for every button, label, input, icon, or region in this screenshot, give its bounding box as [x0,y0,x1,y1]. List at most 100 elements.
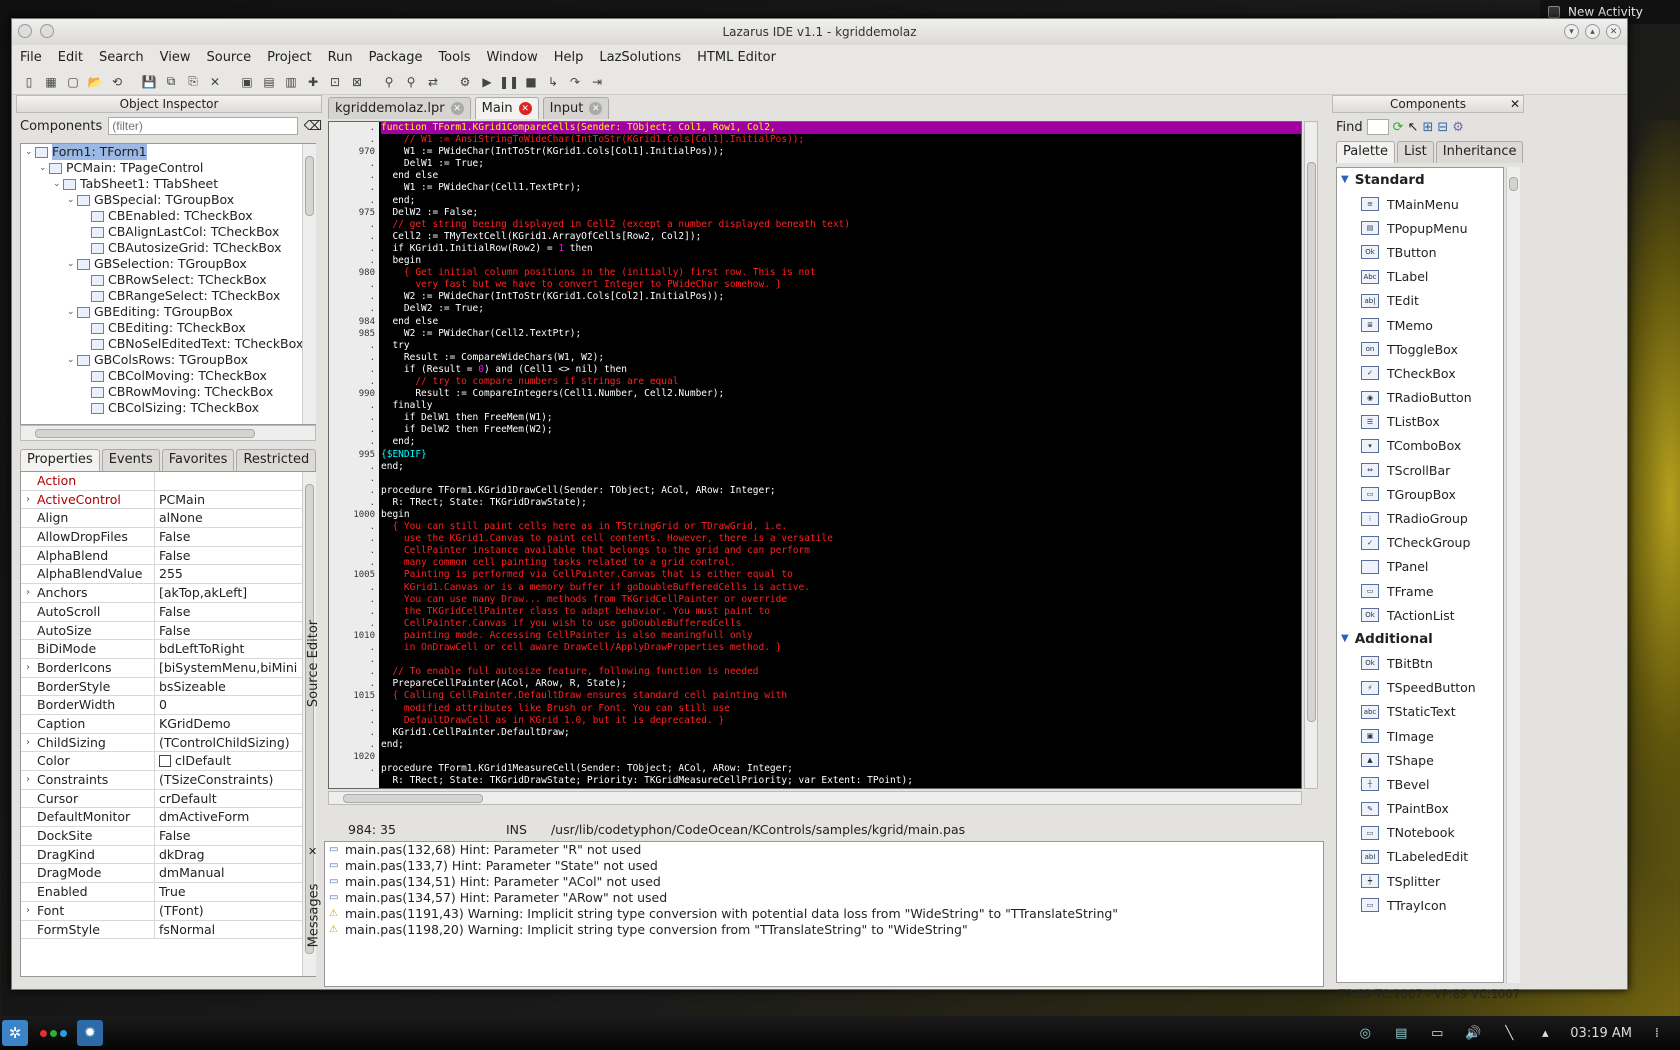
collapse-icon[interactable]: ⌄ [67,304,77,320]
property-value[interactable]: bsSizeable [155,678,315,696]
component-tnotebook[interactable]: ▭ TNotebook [1337,821,1503,845]
menu-help[interactable]: Help [554,50,584,65]
property-grid[interactable]: Action › ActiveControl PCMain Align alNone All… [20,471,316,977]
stop-icon[interactable]: ■ [522,73,540,91]
property-value[interactable]: False [155,827,315,845]
tree-node[interactable]: ⌄ GBColsRows: TGroupBox [21,352,315,368]
code-area[interactable]: .. 970.... 975.... 980... 984 985.... 990.... 9… [328,121,1302,789]
property-value[interactable]: [biSystemMenu,biMini [155,659,315,677]
component-tactionlist[interactable]: Ok TActionList [1337,603,1503,627]
property-row[interactable]: Align alNone [21,509,315,529]
component-tree[interactable]: ⌄ Form1: TForm1 ⌄ PCMain: TPageControl ⌄ TabS… [20,143,316,425]
property-row[interactable]: AlphaBlend False [21,546,315,566]
tab-restricted[interactable]: Restricted [236,449,317,471]
run-icon[interactable]: ▶ [478,73,496,91]
close-tab-icon[interactable]: ✕ [518,102,532,115]
component-tspeedbutton[interactable]: ⚡ TSpeedButton [1337,676,1503,700]
minimize-button[interactable]: ▾ [1564,24,1579,39]
property-row[interactable]: AutoScroll False [21,602,315,622]
collapse-icon[interactable]: ⌄ [67,192,77,208]
property-value[interactable]: KGridDemo [155,715,315,733]
property-row[interactable]: BorderStyle bsSizeable [21,677,315,697]
collapse-icon[interactable]: ⌄ [53,176,63,192]
property-row[interactable]: DragKind dkDrag [21,845,315,865]
category-standard[interactable]: ▼ Standard [1337,168,1503,192]
save-icon[interactable]: 💾 [140,73,158,91]
build-icon[interactable]: ⚙ [456,73,474,91]
menu-file[interactable]: File [20,50,42,65]
expand-icon[interactable]: › [21,734,35,752]
close-tab-icon[interactable]: ✕ [450,102,464,115]
options-icon[interactable]: ⚙ [1452,120,1464,135]
property-value[interactable]: 255 [155,565,315,583]
component-tcheckgroup[interactable]: ✓ TCheckGroup [1337,531,1503,555]
property-row[interactable]: DockSite False [21,827,315,846]
find-icon[interactable]: ⚲ [402,73,420,91]
tree-node[interactable]: CBColSizing: TCheckBox [21,400,315,416]
new-form-icon[interactable]: ▦ [42,73,60,91]
tab-favorites[interactable]: Favorites [161,449,235,471]
components-tab-palette[interactable]: Palette [1336,141,1396,163]
component-tedit[interactable]: ab| TEdit [1337,289,1503,313]
components-tab-list[interactable]: List [1397,141,1434,163]
menu-edit[interactable]: Edit [58,50,83,65]
menu-tools[interactable]: Tools [438,50,470,65]
message-row[interactable]: ⚠ main.pas(1198,20) Warning: Implicit str… [325,922,1323,938]
tray-menu-icon[interactable]: ⁞ [1646,1023,1668,1043]
maximize-button[interactable]: ▴ [1585,24,1600,39]
message-row[interactable]: ▭ main.pas(134,51) Hint: Parameter "ACol"… [325,874,1323,890]
activities-icon[interactable] [40,1029,67,1037]
save-all-icon[interactable]: ⧉ [162,73,180,91]
expand-icon[interactable]: › [21,584,35,602]
tree-node[interactable]: CBRowMoving: TCheckBox [21,384,315,400]
terminal-icon[interactable]: ▭ [1426,1023,1448,1043]
component-tlistbox[interactable]: ☰ TListBox [1337,410,1503,434]
lazarus-task-icon[interactable]: ✹ [77,1020,103,1046]
tree-view-icon[interactable]: ⊞ [1422,120,1433,135]
tree-node[interactable]: CBColMoving: TCheckBox [21,368,315,384]
tree-node[interactable]: ⌄ GBEditing: TGroupBox [21,304,315,320]
property-row[interactable]: Enabled True [21,883,315,902]
property-value[interactable]: fsNormal [155,921,315,939]
property-row[interactable]: Action [21,472,315,491]
category-additional[interactable]: ▼ Additional [1337,627,1503,651]
tree-node[interactable]: CBEnabled: TCheckBox [21,208,315,224]
property-row[interactable]: › BorderIcons [biSystemMenu,biMini [21,658,315,678]
new-unit-icon[interactable]: ▯ [20,73,38,91]
property-row[interactable]: Caption KGridDemo [21,714,315,734]
component-tstatictext[interactable]: abc TStaticText [1337,700,1503,724]
property-value[interactable]: dmManual [155,864,315,882]
property-value[interactable] [155,472,315,490]
save-project-icon[interactable]: ⊠ [348,73,366,91]
property-value[interactable]: alNone [155,509,315,527]
components-tab-inheritance[interactable]: Inheritance [1435,141,1524,163]
launcher-icon[interactable]: ✲ [2,1020,28,1046]
save-as-icon[interactable]: ⎘ [184,73,202,91]
property-value[interactable]: True [155,883,315,901]
editor-tab-main[interactable]: Main ✕ [474,97,539,119]
tree-vertical-scrollbar[interactable] [302,144,316,424]
component-tpaintbox[interactable]: ✎ TPaintBox [1337,797,1503,821]
component-ttogglebox[interactable]: on TToggleBox [1337,337,1503,361]
open-recent-icon[interactable]: ⟲ [108,73,126,91]
source-editor-dock-tab[interactable]: Source Editor [306,423,322,903]
step-into-icon[interactable]: ↳ [544,73,562,91]
message-row[interactable]: ▭ main.pas(133,7) Hint: Parameter "State"… [325,858,1323,874]
menu-search[interactable]: Search [99,50,144,65]
menu-package[interactable]: Package [369,50,423,65]
property-row[interactable]: AlphaBlendValue 255 [21,565,315,585]
toggle-form-icon[interactable]: ▣ [238,73,256,91]
component-tscrollbar[interactable]: ⇔ TScrollBar [1337,458,1503,482]
pin-icon[interactable] [40,24,54,38]
tab-properties[interactable]: Properties [20,449,100,471]
expand-icon[interactable]: › [21,902,35,920]
tree-node[interactable]: CBAlignLastCol: TCheckBox [21,224,315,240]
collapse-triangle-icon[interactable]: ▼ [1341,168,1349,192]
component-tpanel[interactable]: TPanel [1337,555,1503,579]
property-value[interactable]: (TControlChildSizing) [155,734,315,752]
component-tcombobox[interactable]: ▾ TComboBox [1337,434,1503,458]
tree-node[interactable]: ⌄ GBSelection: TGroupBox [21,256,315,272]
component-tlabel[interactable]: Abc TLabel [1337,265,1503,289]
inspector-icon[interactable]: ⚲ [380,73,398,91]
property-row[interactable]: › Anchors [akTop,akLeft] [21,584,315,603]
